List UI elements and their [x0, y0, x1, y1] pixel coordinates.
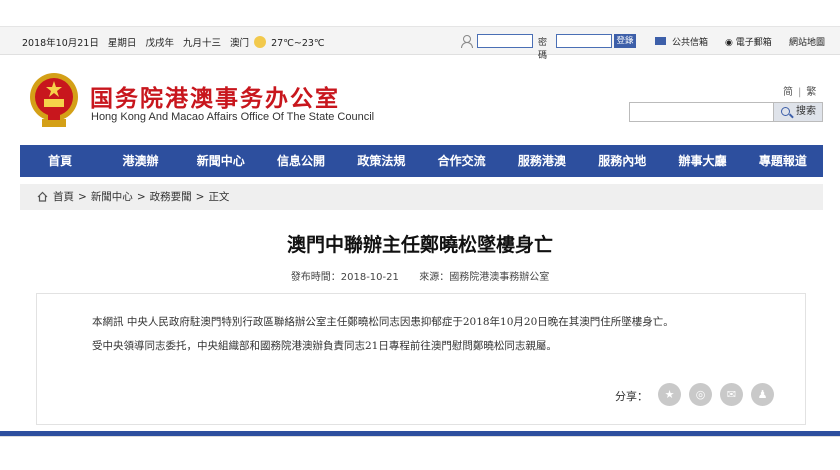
wechat-share-icon[interactable]: ✉ [720, 383, 743, 406]
source-name: 國務院港澳事務辦公室 [449, 272, 550, 283]
article-meta: 發布時間：2018-10-21 來源：國務院港澳事務辦公室 [0, 268, 840, 283]
search-input[interactable] [629, 102, 774, 122]
nav-item-news-center[interactable]: 新聞中心 [181, 145, 261, 177]
traditional-chinese-link[interactable]: 繁 [806, 87, 816, 98]
mail-icon [655, 37, 666, 45]
article-paragraph: 本網訊 中央人民政府駐澳門特別行政區聯絡辦公室主任鄭曉松同志因患抑郁症于2018… [92, 316, 674, 328]
window-top-strip [0, 0, 840, 27]
publish-date: 2018-10-21 [340, 272, 399, 283]
nav-item-hkmao-office[interactable]: 港澳辦 [100, 145, 180, 177]
simplified-chinese-link[interactable]: 简 [783, 87, 793, 98]
site-subtitle: Hong Kong And Macao Affairs Office Of Th… [91, 111, 375, 123]
publish-date-label: 發布時間： [290, 272, 341, 283]
lunar-year-text: 戊戌年 [145, 38, 174, 49]
username-input[interactable] [477, 34, 533, 48]
breadcrumb-trail: 首頁 > 新聞中心 > 政務要聞 > 正文 [53, 184, 229, 210]
article-paragraph: 受中央領導同志委托，中央組織部和國務院港澳辦負責同志21日專程前往澳門慰問鄭曉松… [92, 340, 557, 352]
footer-area [0, 436, 840, 470]
main-nav: 首頁 港澳辦 新聞中心 信息公開 政策法規 合作交流 服務港澳 服務內地 辦事大… [20, 145, 823, 177]
nav-item-home[interactable]: 首頁 [20, 145, 100, 177]
breadcrumb-news-center[interactable]: 新聞中心 [91, 191, 133, 203]
article-title: 澳門中聯辦主任鄭曉松墜樓身亡 [286, 234, 553, 256]
source-label: 來源： [419, 272, 450, 283]
nav-item-policies[interactable]: 政策法規 [341, 145, 421, 177]
nav-item-special-reports[interactable]: 專題報道 [743, 145, 823, 177]
pointer-icon: ◉ [725, 38, 733, 48]
temperature-text: 27℃~23℃ [271, 38, 325, 49]
search-icon [781, 107, 790, 116]
city-text: 澳门 [230, 38, 250, 49]
weibo-share-icon[interactable]: ◎ [689, 383, 712, 406]
site-header: 国务院港澳事务办公室 Hong Kong And Macao Affairs O… [0, 55, 840, 145]
nav-item-serve-hkmacao[interactable]: 服務港澳 [502, 145, 582, 177]
search-button[interactable]: 搜索 [773, 102, 823, 122]
language-switch: 简 | 繁 [783, 83, 816, 98]
weekday-text: 星期日 [107, 38, 137, 49]
breadcrumb-separator: > [195, 191, 205, 203]
nav-item-service-hall[interactable]: 辦事大廳 [662, 145, 742, 177]
qq-share-icon[interactable]: ♟ [751, 383, 774, 406]
login-button[interactable]: 登錄 [614, 34, 636, 48]
national-emblem-icon[interactable] [28, 71, 80, 131]
nav-item-serve-mainland[interactable]: 服務內地 [582, 145, 662, 177]
user-icon [460, 35, 473, 48]
breadcrumb: 首頁 > 新聞中心 > 政務要聞 > 正文 [20, 184, 823, 210]
nav-item-cooperation[interactable]: 合作交流 [421, 145, 501, 177]
nav-item-info-disclosure[interactable]: 信息公開 [261, 145, 341, 177]
share-label: 分享： [615, 390, 648, 403]
home-icon [37, 191, 48, 202]
lang-separator: | [798, 87, 802, 98]
breadcrumb-gov-news[interactable]: 政務要聞 [150, 191, 192, 203]
breadcrumb-current: 正文 [208, 191, 230, 203]
email-link-label: 電子郵箱 [735, 38, 772, 48]
sitemap-link[interactable]: 網站地圖 [789, 35, 825, 48]
breadcrumb-home[interactable]: 首頁 [53, 191, 74, 203]
email-link[interactable]: ◉ 電子郵箱 [725, 35, 772, 48]
date-weather-info: 2018年10月21日 星期日 戊戌年 九月十三 澳门 27℃~23℃ [22, 35, 331, 49]
article-body: 本網訊 中央人民政府駐澳門特別行政區聯絡辦公室主任鄭曉松同志因患抑郁症于2018… [36, 293, 806, 425]
date-text: 2018年10月21日 [22, 38, 99, 49]
top-info-bar: 2018年10月21日 星期日 戊戌年 九月十三 澳门 27℃~23℃ 密碼 登… [0, 27, 840, 61]
lunar-day-text: 九月十三 [182, 38, 221, 49]
search-button-label: 搜索 [796, 106, 816, 117]
sun-icon [254, 36, 267, 48]
breadcrumb-separator: > [78, 191, 87, 203]
public-mailbox-link[interactable]: 公共信箱 [672, 35, 708, 48]
qzone-share-icon[interactable]: ★ [658, 383, 681, 406]
breadcrumb-separator: > [136, 191, 146, 203]
site-title[interactable]: 国务院港澳事务办公室 [90, 79, 340, 113]
password-input[interactable] [556, 34, 612, 48]
